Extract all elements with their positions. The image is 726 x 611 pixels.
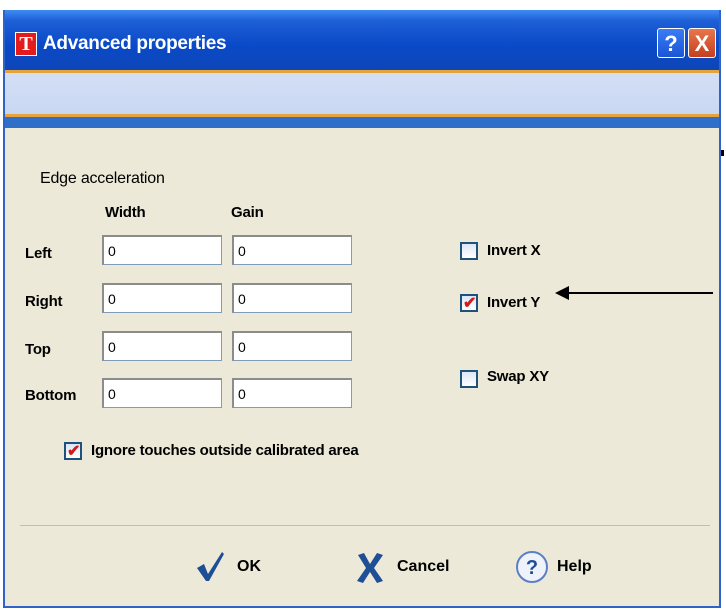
left-width-input[interactable] xyxy=(102,235,222,265)
checkmark-icon: ✔ xyxy=(67,443,81,460)
invert-y-label: Invert Y xyxy=(487,294,541,311)
question-icon: ? xyxy=(516,551,548,583)
app-logo-icon: T xyxy=(15,32,37,56)
background-dot xyxy=(721,150,724,156)
cancel-label: Cancel xyxy=(397,558,450,575)
header-band xyxy=(5,70,719,117)
row-label-bottom: Bottom xyxy=(25,387,77,404)
titlebar-help-button[interactable]: ? xyxy=(657,28,685,58)
x-icon xyxy=(357,553,383,583)
invert-y-checkbox[interactable]: ✔ xyxy=(460,294,478,312)
right-gain-input[interactable] xyxy=(232,283,352,313)
row-label-left: Left xyxy=(25,245,52,262)
header-divider xyxy=(5,114,719,128)
bottom-gain-input[interactable] xyxy=(232,378,352,408)
callout-arrowhead xyxy=(555,286,569,300)
titlebar-close-button[interactable]: X xyxy=(688,28,716,58)
title-bar[interactable]: T Advanced properties ? X xyxy=(5,10,719,70)
svg-text:?: ? xyxy=(526,557,538,579)
top-gain-input[interactable] xyxy=(232,331,352,361)
ok-button[interactable]: OK xyxy=(195,550,275,586)
ignore-touches-label: Ignore touches outside calibrated area xyxy=(91,442,359,459)
top-strip xyxy=(0,0,726,10)
right-width-input[interactable] xyxy=(102,283,222,313)
invert-x-label: Invert X xyxy=(487,242,541,259)
ignore-touches-checkbox[interactable]: ✔ xyxy=(64,442,82,460)
cancel-button[interactable]: Cancel xyxy=(355,550,465,586)
section-title: Edge acceleration xyxy=(40,170,165,187)
advanced-properties-dialog: T Advanced properties ? X Edge accelerat… xyxy=(3,10,721,608)
invert-x-checkbox[interactable] xyxy=(460,242,478,260)
ok-label: OK xyxy=(237,558,261,575)
checkmark-icon xyxy=(197,552,224,581)
help-label: Help xyxy=(557,558,592,575)
top-width-input[interactable] xyxy=(102,331,222,361)
column-header-gain: Gain xyxy=(231,204,264,221)
dialog-title: Advanced properties xyxy=(43,33,227,54)
row-label-right: Right xyxy=(25,293,63,310)
left-gain-input[interactable] xyxy=(232,235,352,265)
footer-divider xyxy=(20,525,710,526)
help-button[interactable]: ? Help xyxy=(515,550,610,586)
callout-arrow xyxy=(568,292,713,294)
checkmark-icon: ✔ xyxy=(463,295,477,312)
column-header-width: Width xyxy=(105,204,146,221)
row-label-top: Top xyxy=(25,341,51,358)
swap-xy-checkbox[interactable] xyxy=(460,370,478,388)
swap-xy-label: Swap XY xyxy=(487,368,549,385)
bottom-width-input[interactable] xyxy=(102,378,222,408)
